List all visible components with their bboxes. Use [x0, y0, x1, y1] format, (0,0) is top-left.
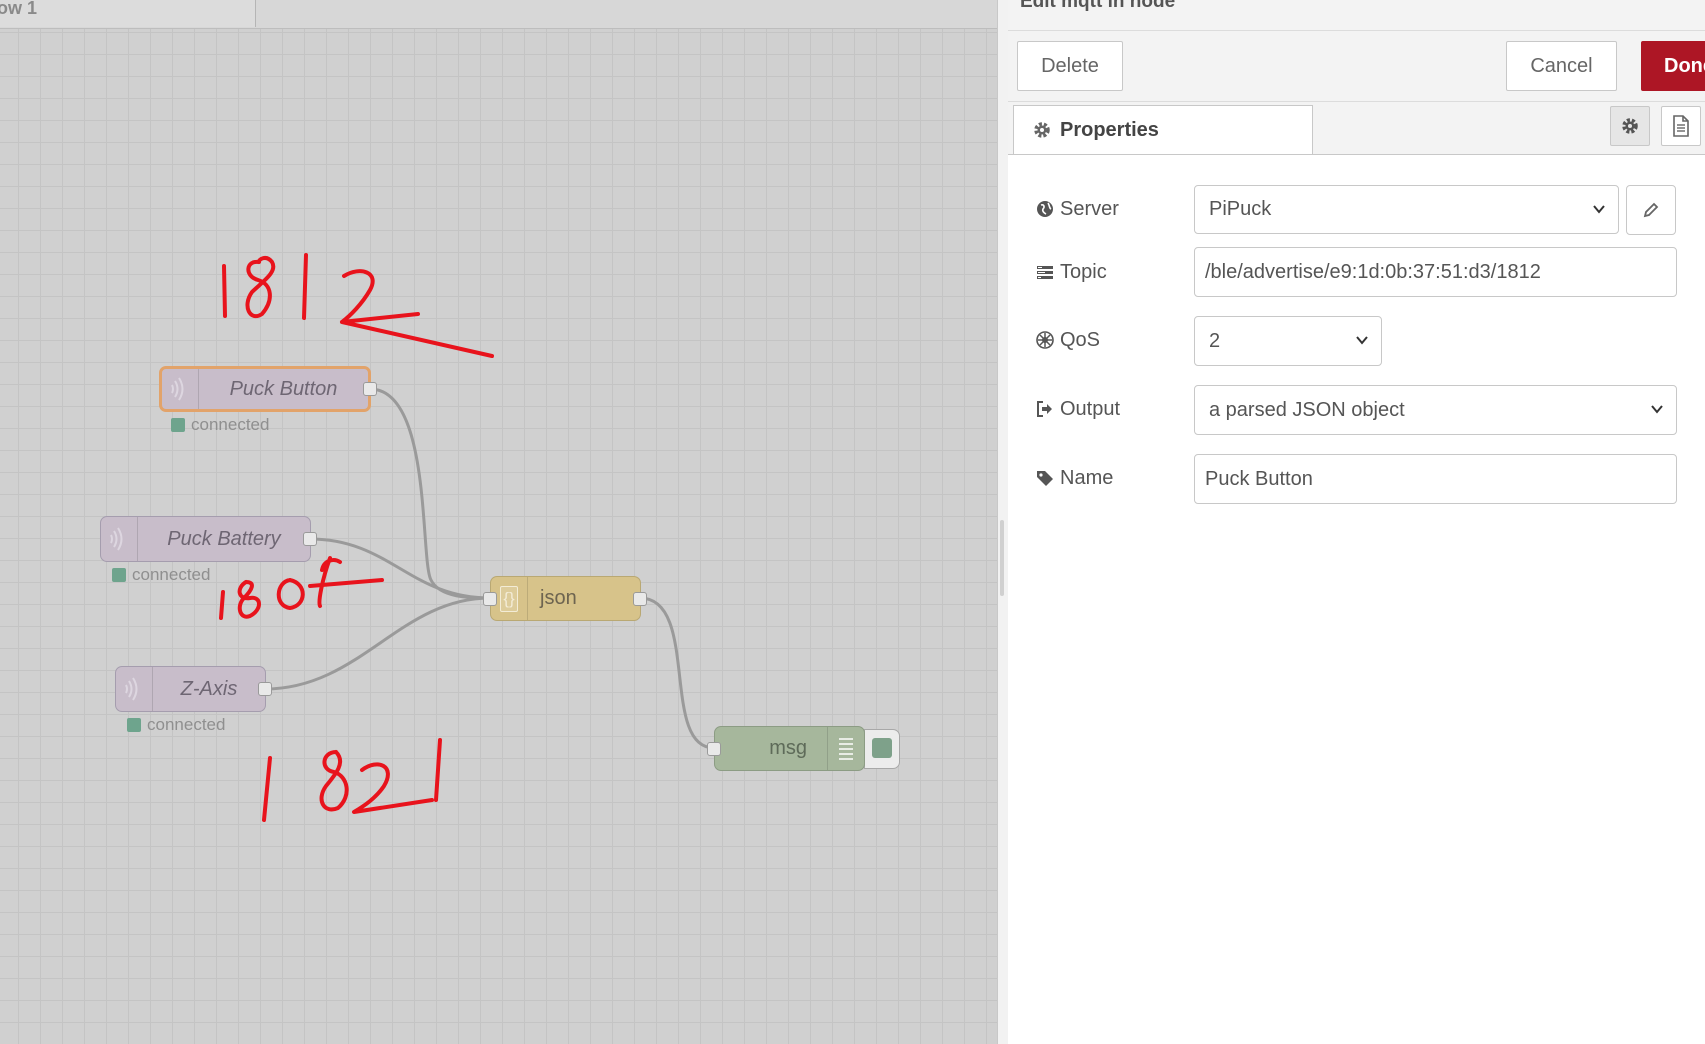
done-button[interactable]: Done [1641, 41, 1705, 91]
form-row-name: Name Puck Button [1008, 452, 1705, 504]
chevron-down-icon [1356, 336, 1368, 345]
document-icon [1673, 115, 1689, 137]
edit-tray: Edit mqtt in node Delete Cancel Done Pro… [1008, 0, 1705, 1044]
form-row-topic: Topic /ble/advertise/e9:1d:0b:37:51:d3/1… [1008, 246, 1705, 298]
tray-tabs: Properties [1008, 102, 1705, 155]
topic-label: Topic [1036, 246, 1107, 298]
ink-1812 [222, 253, 494, 358]
qos-select[interactable]: 2 [1194, 316, 1382, 366]
form-row-server: Server PiPuck [1008, 183, 1705, 235]
tab-description-button[interactable] [1661, 106, 1701, 146]
empire-icon [1036, 331, 1054, 349]
tray-title: Edit mqtt in node [1020, 0, 1176, 12]
gear-icon [1034, 122, 1050, 138]
chevron-down-icon [1593, 205, 1605, 214]
tag-icon [1037, 471, 1053, 486]
handwritten-annotations [219, 253, 494, 822]
cancel-button[interactable]: Cancel [1506, 41, 1617, 91]
tab-properties[interactable]: Properties [1013, 105, 1313, 154]
tray-toolbar: Delete Cancel Done [1008, 31, 1705, 102]
server-select[interactable]: PiPuck [1194, 185, 1619, 234]
gear-icon [1622, 118, 1638, 134]
tray-header: Edit mqtt in node [1008, 0, 1705, 31]
flow-workspace[interactable]: ow 1 Puck Button connected Puck Battery … [0, 0, 997, 1044]
output-select[interactable]: a parsed JSON object [1194, 385, 1677, 435]
form-row-qos: QoS 2 [1008, 314, 1705, 366]
tasks-icon [1037, 266, 1053, 279]
globe-icon [1037, 201, 1053, 217]
topic-input[interactable]: /ble/advertise/e9:1d:0b:37:51:d3/1812 [1194, 247, 1677, 297]
divider-grip[interactable] [1000, 520, 1004, 596]
tab-properties-label: Properties [1060, 118, 1159, 141]
tab-settings-button[interactable] [1610, 106, 1650, 146]
form-row-output: Output a parsed JSON object [1008, 383, 1705, 435]
output-label: Output [1036, 383, 1120, 435]
pencil-icon [1643, 202, 1659, 218]
server-label: Server [1036, 183, 1119, 235]
name-input[interactable]: Puck Button [1194, 454, 1677, 504]
edit-server-button[interactable] [1626, 185, 1676, 235]
sign-out-icon [1037, 401, 1052, 417]
ink-180f [219, 556, 384, 620]
name-label: Name [1036, 452, 1113, 504]
qos-label: QoS [1036, 314, 1100, 366]
delete-button[interactable]: Delete [1017, 41, 1123, 91]
chevron-down-icon [1651, 405, 1663, 414]
ink-1821 [262, 738, 442, 822]
